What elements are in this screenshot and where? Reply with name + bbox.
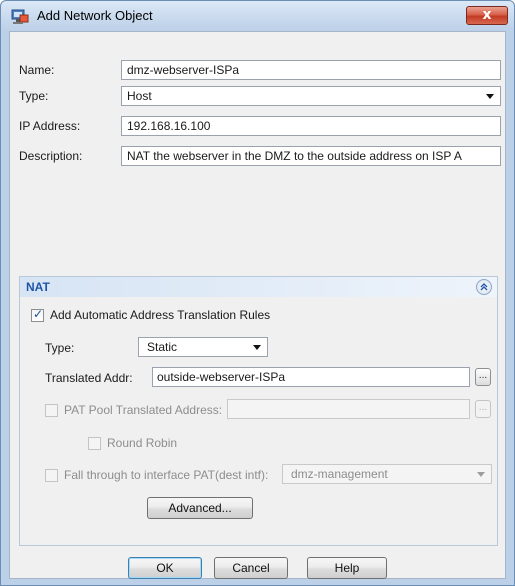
close-button[interactable]: x xyxy=(466,6,508,25)
fall-through-checkbox[interactable] xyxy=(45,469,58,482)
chevron-down-icon xyxy=(253,345,261,350)
fall-through-label: Fall through to interface PAT(dest intf)… xyxy=(64,468,269,482)
cancel-button[interactable]: Cancel xyxy=(214,557,288,579)
nat-type-select-value: Static xyxy=(147,340,178,354)
description-field[interactable]: NAT the webserver in the DMZ to the outs… xyxy=(121,146,501,166)
nat-type-select[interactable]: Static xyxy=(138,337,268,357)
round-robin-checkbox[interactable] xyxy=(88,437,101,450)
translated-addr-browse-button[interactable]: ... xyxy=(475,368,491,386)
chevron-down-icon xyxy=(477,472,485,477)
double-chevron-up-icon[interactable] xyxy=(476,279,492,295)
help-button[interactable]: Help xyxy=(307,557,387,579)
ip-address-label: IP Address: xyxy=(19,119,81,133)
description-label: Description: xyxy=(19,149,83,163)
window-title: Add Network Object xyxy=(37,8,153,23)
advanced-button[interactable]: Advanced... xyxy=(147,497,253,519)
round-robin-label: Round Robin xyxy=(107,436,178,450)
pat-pool-browse-button[interactable]: ... xyxy=(475,400,491,418)
nat-header: NAT xyxy=(20,277,497,297)
auto-rules-label: Add Automatic Address Translation Rules xyxy=(50,308,271,322)
fall-through-select[interactable]: dmz-management xyxy=(282,464,492,484)
network-object-icon xyxy=(11,9,29,25)
nat-title: NAT xyxy=(26,280,50,294)
pat-pool-checkbox[interactable] xyxy=(45,404,58,417)
type-select[interactable]: Host xyxy=(121,86,501,106)
type-select-value: Host xyxy=(127,89,152,103)
ip-address-field[interactable]: 192.168.16.100 xyxy=(121,116,501,136)
type-label: Type: xyxy=(19,89,49,103)
auto-rules-checkbox[interactable] xyxy=(31,307,44,322)
name-label: Name: xyxy=(19,63,55,77)
chevron-down-icon xyxy=(486,94,494,99)
nat-type-label: Type: xyxy=(45,341,75,355)
ok-button[interactable]: OK xyxy=(128,557,202,579)
translated-addr-label: Translated Addr: xyxy=(45,371,133,385)
dialog-window: Add Network Object x Name: dmz-webserver… xyxy=(0,0,515,586)
fall-through-select-value: dmz-management xyxy=(291,467,388,481)
nat-panel: NAT Add Automatic Address Translation Ru… xyxy=(19,276,498,546)
name-field[interactable]: dmz-webserver-ISPa xyxy=(121,60,501,80)
close-icon: x xyxy=(482,7,492,23)
title-bar[interactable]: Add Network Object x xyxy=(1,1,514,31)
dialog-body: Name: dmz-webserver-ISPa Type: Host IP A… xyxy=(9,31,506,579)
pat-pool-field[interactable] xyxy=(227,399,470,419)
translated-addr-field[interactable]: outside-webserver-ISPa xyxy=(152,367,470,387)
pat-pool-label: PAT Pool Translated Address: xyxy=(64,403,223,417)
